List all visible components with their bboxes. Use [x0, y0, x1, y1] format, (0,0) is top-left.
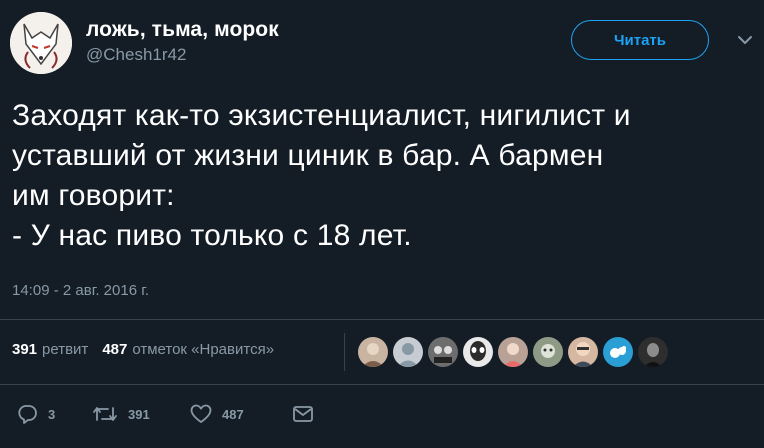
more-menu-button[interactable]	[736, 33, 754, 47]
follow-button[interactable]: Читать	[571, 20, 709, 60]
white-fox-avatar-icon	[10, 12, 72, 74]
author-display-name[interactable]: ложь, тьма, морок	[86, 16, 279, 44]
liker-avatar-9	[638, 337, 668, 367]
likes-count[interactable]: 487	[102, 341, 127, 358]
liker-avatar-8	[603, 337, 633, 367]
liker-avatar[interactable]	[393, 337, 423, 367]
reply-icon	[18, 405, 37, 424]
liker-avatar-3	[428, 337, 458, 367]
liker-avatar-4	[463, 337, 493, 367]
liker-avatar-7	[568, 337, 598, 367]
liker-avatars	[358, 337, 673, 367]
liker-avatar[interactable]	[533, 337, 563, 367]
liker-avatar[interactable]	[498, 337, 528, 367]
like-count: 487	[222, 406, 244, 422]
divider	[0, 319, 764, 320]
liker-avatar-2	[393, 337, 423, 367]
divider	[0, 384, 764, 385]
tweet-text-line: - У нас пиво только с 18 лет.	[12, 219, 412, 252]
liker-avatar[interactable]	[568, 337, 598, 367]
divider	[344, 333, 345, 371]
liker-avatar[interactable]	[463, 337, 493, 367]
retweets-count[interactable]: 391	[12, 341, 37, 358]
like-button[interactable]: 487	[190, 404, 292, 424]
heart-icon	[190, 404, 212, 423]
direct-message-button[interactable]	[292, 405, 314, 423]
liker-avatar[interactable]	[603, 337, 633, 367]
tweet-text: Заходят как-то экзистенциалист, нигилист…	[12, 96, 757, 256]
tweet-card: ложь, тьма, морок @Chesh1r42 Читать Захо…	[0, 0, 764, 448]
retweets-label[interactable]: ретвит	[42, 341, 88, 358]
liker-avatar-6	[533, 337, 563, 367]
liker-avatar[interactable]	[638, 337, 668, 367]
reply-count: 3	[48, 406, 56, 422]
liker-avatar-5	[498, 337, 528, 367]
likes-label[interactable]: отметок «Нравится»	[132, 341, 274, 358]
retweet-button[interactable]: 391	[92, 404, 190, 424]
liker-avatar[interactable]	[358, 337, 388, 367]
tweet-actions: 3 391 487	[16, 404, 314, 424]
tweet-text-line: уставший от жизни циник в бар. А бармен	[12, 139, 604, 172]
liker-avatar-1	[358, 337, 388, 367]
chevron-down-icon	[738, 36, 752, 44]
retweet-icon	[93, 407, 117, 421]
tweet-text-line: Заходят как-то экзистенциалист, нигилист…	[12, 99, 631, 132]
author-avatar[interactable]	[10, 12, 72, 74]
envelope-icon	[293, 406, 313, 422]
tweet-text-line: им говорит:	[12, 179, 175, 212]
retweet-count: 391	[128, 406, 150, 422]
reply-button[interactable]: 3	[16, 404, 92, 424]
liker-avatar[interactable]	[428, 337, 458, 367]
author-block: ложь, тьма, морок @Chesh1r42	[86, 16, 279, 66]
author-handle[interactable]: @Chesh1r42	[86, 44, 279, 66]
tweet-timestamp[interactable]: 14:09 - 2 авг. 2016 г.	[12, 282, 149, 299]
tweet-stats: 391 ретвит 487 отметок «Нравится»	[12, 341, 288, 358]
